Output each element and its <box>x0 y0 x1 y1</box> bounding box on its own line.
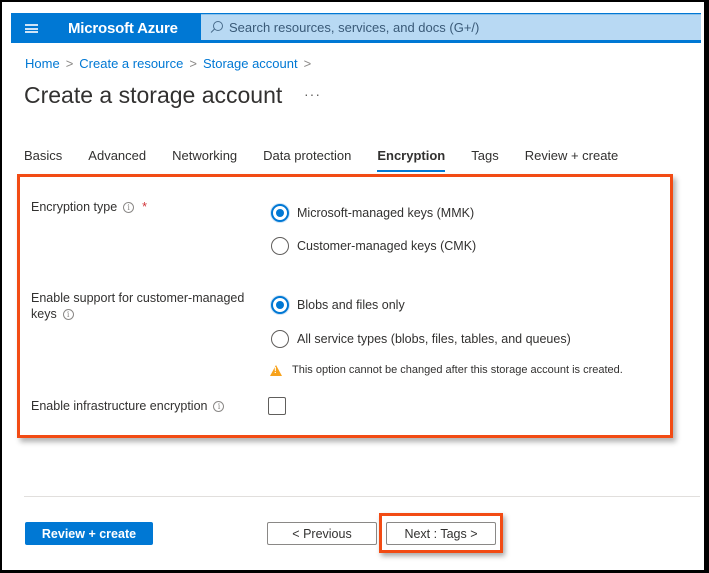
breadcrumb-create-resource[interactable]: Create a resource <box>79 56 183 71</box>
portal-window: Microsoft Azure Search resources, servic… <box>2 2 704 570</box>
radio-option-all-services[interactable]: All service types (blobs, files, tables,… <box>271 330 571 348</box>
page-title: Create a storage account <box>24 82 283 108</box>
infrastructure-encryption-checkbox[interactable] <box>268 397 286 415</box>
radio-option-blobs-files[interactable]: Blobs and files only <box>271 296 405 314</box>
tab-encryption[interactable]: Encryption <box>377 148 445 172</box>
warning-icon <box>270 364 282 376</box>
search-placeholder: Search resources, services, and docs (G+… <box>229 20 480 35</box>
encryption-type-label: Encryption type i * <box>31 199 147 215</box>
warning-text: This option cannot be changed after this… <box>292 364 623 376</box>
radio-label: All service types (blobs, files, tables,… <box>297 332 571 346</box>
radio-label: Customer-managed keys (CMK) <box>297 239 477 253</box>
brand-logo[interactable]: Microsoft Azure <box>51 20 201 37</box>
radio-option-cmk[interactable]: Customer-managed keys (CMK) <box>271 237 476 255</box>
hamburger-icon[interactable] <box>11 13 51 43</box>
radio-button[interactable] <box>271 237 289 255</box>
tab-tags[interactable]: Tags <box>471 148 498 171</box>
next-tags-button[interactable]: Next : Tags > <box>386 522 496 545</box>
radio-option-mmk[interactable]: Microsoft-managed keys (MMK) <box>271 204 474 222</box>
breadcrumb-separator: > <box>303 56 312 71</box>
breadcrumb: Home > Create a resource > Storage accou… <box>25 56 311 71</box>
tab-basics[interactable]: Basics <box>24 148 62 171</box>
infrastructure-encryption-label-text: Enable infrastructure encryption <box>31 399 208 413</box>
radio-label: Microsoft-managed keys (MMK) <box>297 206 475 220</box>
more-options-icon[interactable]: ··· <box>304 86 321 102</box>
search-icon <box>209 20 223 35</box>
info-icon[interactable]: i <box>213 401 225 413</box>
radio-button-checked[interactable] <box>271 296 289 314</box>
warning-message: This option cannot be changed after this… <box>270 364 623 376</box>
info-icon[interactable]: i <box>123 202 135 214</box>
breadcrumb-separator: > <box>189 56 197 71</box>
cmk-support-label-line1: Enable support for customer-managed <box>31 291 245 305</box>
radio-button-checked[interactable] <box>271 204 289 222</box>
tab-networking[interactable]: Networking <box>172 148 237 171</box>
breadcrumb-separator: > <box>65 56 74 71</box>
tab-data-protection[interactable]: Data protection <box>263 148 351 171</box>
top-nav-bar: Microsoft Azure Search resources, servic… <box>11 13 701 43</box>
tab-review-create[interactable]: Review + create <box>525 148 619 171</box>
radio-label: Blobs and files only <box>297 298 405 312</box>
previous-button[interactable]: < Previous <box>267 522 377 545</box>
review-create-button[interactable]: Review + create <box>25 522 153 545</box>
radio-button[interactable] <box>271 330 289 348</box>
infrastructure-encryption-label: Enable infrastructure encryption i <box>31 398 225 414</box>
tab-advanced[interactable]: Advanced <box>88 148 146 171</box>
cmk-support-label: Enable support for customer-managed keys… <box>31 290 244 322</box>
breadcrumb-storage-account[interactable]: Storage account <box>203 56 298 71</box>
cmk-support-label-line2: keys <box>31 307 57 321</box>
encryption-type-label-text: Encryption type <box>31 200 118 214</box>
footer-divider <box>24 496 700 497</box>
info-icon[interactable]: i <box>62 309 74 321</box>
breadcrumb-home[interactable]: Home <box>25 56 60 71</box>
required-asterisk: * <box>142 200 148 214</box>
tab-bar: Basics Advanced Networking Data protecti… <box>24 148 644 172</box>
global-search-input[interactable]: Search resources, services, and docs (G+… <box>201 14 701 40</box>
